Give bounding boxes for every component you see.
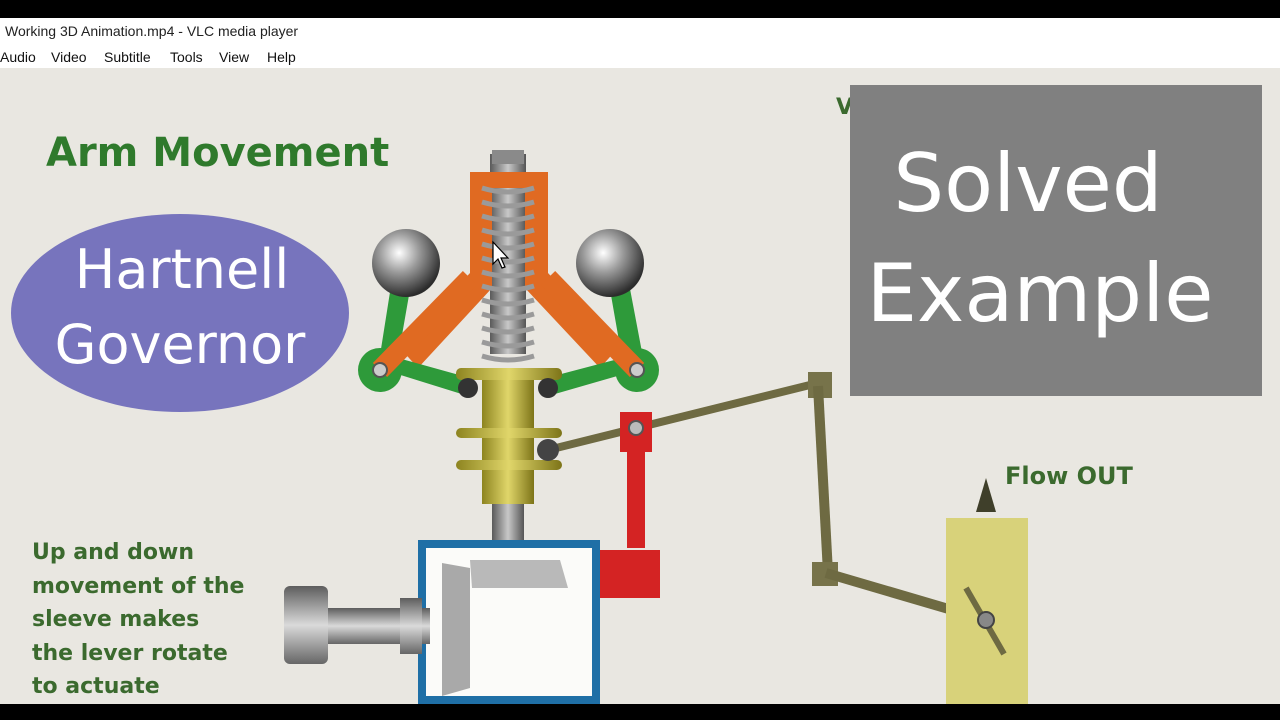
- sleeve-right-pin: [538, 378, 558, 398]
- menu-subtitle[interactable]: Subtitle: [104, 49, 151, 65]
- badge-line-governor: Governor: [55, 313, 307, 376]
- flow-out-label: Flow OUT: [1005, 462, 1134, 490]
- solved-example-overlay: [850, 85, 1262, 396]
- shaft-top-nut: [492, 150, 524, 164]
- caption-line-1: Up and down: [32, 540, 194, 565]
- flow-pipe: [946, 518, 1028, 704]
- video-frame[interactable]: Arm Movement Hartnell Governor V Flow OU…: [0, 68, 1280, 704]
- flow-arrow-icon: [976, 478, 996, 512]
- menu-tools[interactable]: Tools: [170, 49, 203, 65]
- rod-left-joint: [537, 439, 559, 461]
- input-pulley: [284, 586, 328, 664]
- right-pivot-pin: [629, 362, 645, 378]
- screen-bottom-black-bar: [0, 704, 1280, 720]
- red-pivot-base: [600, 550, 660, 598]
- window-title: Working 3D Animation.mp4 - VLC media pla…: [5, 23, 299, 39]
- left-flyball: [372, 229, 440, 297]
- caption-text: Up and down movement of the sleeve makes…: [32, 540, 244, 699]
- right-flyball: [576, 229, 644, 297]
- caption-line-4: the lever rotate: [32, 641, 228, 666]
- menu-help[interactable]: Help: [267, 49, 296, 65]
- sleeve-collar-mid: [456, 428, 562, 438]
- menu-bar: Audio Video Subtitle Tools View Help: [0, 44, 1280, 68]
- badge-line-hartnell: Hartnell: [75, 238, 290, 301]
- vertical-bevel-gear: [442, 563, 470, 696]
- sleeve-collar-low: [456, 460, 562, 470]
- window-titlebar: Working 3D Animation.mp4 - VLC media pla…: [0, 18, 1280, 44]
- vertical-link-rod: [813, 385, 833, 574]
- lower-shaft: [492, 504, 524, 544]
- sleeve-left-pin: [458, 378, 478, 398]
- sleeve: [482, 374, 534, 504]
- caption-line-2: movement of the: [32, 574, 244, 599]
- screen-top-black-bar: [0, 0, 1280, 18]
- red-pivot-post: [627, 448, 645, 548]
- horizontal-bevel-gear: [470, 560, 568, 588]
- menu-audio[interactable]: Audio: [0, 49, 36, 65]
- sleeve-lever-rod: [547, 379, 819, 454]
- menu-video[interactable]: Video: [51, 49, 87, 65]
- overlay-line-example: Example: [866, 247, 1213, 340]
- caption-line-3: sleeve makes: [32, 607, 199, 632]
- overlay-line-solved: Solved: [893, 137, 1162, 230]
- left-pivot-pin: [372, 362, 388, 378]
- heading-arm-movement: Arm Movement: [46, 130, 389, 176]
- input-shaft-coupling: [400, 598, 422, 654]
- caption-line-5: to actuate: [32, 674, 160, 699]
- valve-pivot: [977, 611, 995, 629]
- governor-animation-scene: Arm Movement Hartnell Governor V Flow OU…: [11, 85, 1262, 704]
- menu-view[interactable]: View: [219, 49, 249, 65]
- red-pivot-pin: [628, 420, 644, 436]
